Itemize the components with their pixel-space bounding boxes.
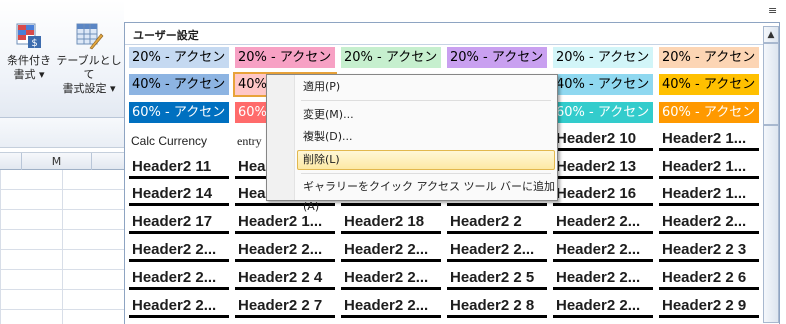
cell-style-swatch[interactable]: Header2 2...	[447, 241, 547, 262]
worksheet-grid[interactable]	[0, 170, 124, 324]
cell-style-swatch[interactable]: Header2 16	[553, 185, 653, 206]
column-header-bar: M	[0, 152, 124, 170]
conditional-formatting-label: 条件付き	[7, 54, 51, 67]
cell-style-swatch[interactable]: 40% - アクセント1	[129, 74, 229, 95]
cell-style-swatch[interactable]: Header2 18	[341, 213, 441, 234]
cell-style-swatch[interactable]: 20% - アクセント5	[553, 47, 653, 68]
cell-style-swatch[interactable]: Header2 10	[553, 130, 653, 151]
gallery-section-title: ユーザー設定	[133, 29, 199, 42]
cell-style-swatch[interactable]: 40% - アクセント5	[553, 74, 653, 95]
cell-style-swatch[interactable]: Header2 2...	[553, 297, 653, 318]
cell-style-swatch[interactable]: Header2 2...	[235, 241, 335, 262]
cell-style-swatch[interactable]: Header2 2...	[341, 297, 441, 318]
menu-item-modify[interactable]: 変更(M)...	[297, 105, 555, 125]
conditional-formatting-dropdown-label: 書式 ▾	[13, 68, 45, 81]
cell-style-swatch[interactable]: Header2 2	[447, 213, 547, 234]
cell-style-swatch[interactable]: Header2 13	[553, 158, 653, 179]
cell-style-swatch[interactable]: Header2 2 8	[447, 297, 547, 318]
format-as-table-label: テーブルとして	[56, 54, 122, 81]
cell-style-swatch[interactable]: Header2 2...	[659, 213, 759, 234]
cell-style-swatch[interactable]: Header2 14	[129, 185, 229, 206]
format-as-table-button[interactable]: テーブルとして 書式設定 ▾	[56, 22, 122, 96]
format-as-table-icon	[76, 23, 104, 50]
cell-style-swatch[interactable]: Header2 2...	[129, 297, 229, 318]
menu-item-duplicate[interactable]: 複製(D)...	[297, 127, 555, 147]
cell-style-swatch[interactable]: 20% - アクセント1	[129, 47, 229, 68]
cell-style-swatch[interactable]: 60% - アクセント1	[129, 102, 229, 123]
cell-style-swatch[interactable]: Header2 2...	[129, 269, 229, 290]
cell-style-swatch[interactable]: 40% - アクセント6	[659, 74, 759, 95]
cell-style-swatch[interactable]: Header2 1...	[659, 185, 759, 206]
cell-style-swatch[interactable]: Header2 1...	[659, 130, 759, 151]
menu-separator	[301, 173, 551, 174]
column-header-m[interactable]: M	[22, 153, 92, 170]
menu-item-apply[interactable]: 適用(P)	[297, 77, 555, 97]
gallery-more-icon[interactable]: ≡	[768, 4, 777, 17]
cell-style-swatch[interactable]: Header2 2...	[553, 269, 653, 290]
cell-style-swatch[interactable]: Calc Currency	[129, 130, 229, 151]
menu-separator	[301, 100, 551, 101]
cell-style-swatch[interactable]: Header2 11	[129, 158, 229, 179]
cell-style-swatch[interactable]: Header2 2...	[341, 241, 441, 262]
conditional-formatting-button[interactable]: $ 条件付き 書式 ▾	[4, 22, 54, 82]
column-header[interactable]	[0, 153, 22, 170]
ribbon-bottom-strip	[0, 118, 124, 148]
gallery-scroll-down-area[interactable]	[763, 125, 779, 323]
cell-style-swatch[interactable]: 60% - アクセント6	[659, 102, 759, 123]
gallery-scroll-track[interactable]	[763, 43, 779, 125]
gallery-scroll-up-button[interactable]: ▲	[763, 26, 779, 43]
cell-style-swatch[interactable]: 20% - アクセント3	[341, 47, 441, 68]
cell-style-swatch[interactable]: Header2 2...	[341, 269, 441, 290]
cell-style-swatch[interactable]: 20% - アクセント6	[659, 47, 759, 68]
cell-style-swatch[interactable]: Header2 17	[129, 213, 229, 234]
cell-style-swatch[interactable]: 60% - アクセント5	[553, 102, 653, 123]
cell-style-swatch[interactable]: Header2 2 9	[659, 297, 759, 318]
context-menu: 適用(P) 変更(M)... 複製(D)... 削除(L) ギャラリーをクイック…	[266, 74, 558, 213]
context-menu-gutter	[267, 75, 295, 200]
cell-style-swatch[interactable]: 20% - アクセント4	[447, 47, 547, 68]
cell-style-swatch[interactable]: Header2 2 3	[659, 241, 759, 262]
svg-text:$: $	[31, 38, 37, 49]
cell-style-swatch[interactable]: Header2 2 4	[235, 269, 335, 290]
menu-item-add-to-quick-access[interactable]: ギャラリーをクイック アクセス ツール バーに追加(A)	[297, 177, 555, 213]
format-as-table-dropdown-label: 書式設定 ▾	[62, 82, 116, 95]
menu-item-delete[interactable]: 削除(L)	[297, 150, 555, 170]
cell-style-swatch[interactable]: Header2 1...	[659, 158, 759, 179]
cell-style-swatch[interactable]: Header2 2...	[553, 241, 653, 262]
conditional-formatting-icon: $	[16, 23, 41, 49]
ribbon-styles-group: $ 条件付き 書式 ▾ テーブルとして 書式設定 ▾	[0, 0, 124, 118]
cell-style-swatch[interactable]: Header2 1...	[235, 213, 335, 234]
gallery-divider	[125, 44, 763, 45]
cell-style-swatch[interactable]: Header2 2 5	[447, 269, 547, 290]
cell-style-swatch[interactable]: Header2 2 6	[659, 269, 759, 290]
cell-style-swatch[interactable]: Header2 2 7	[235, 297, 335, 318]
cell-style-swatch[interactable]: 20% - アクセント2	[235, 47, 335, 68]
cell-style-swatch[interactable]: Header2 2...	[553, 213, 653, 234]
cell-style-swatch[interactable]: Header2 2...	[129, 241, 229, 262]
